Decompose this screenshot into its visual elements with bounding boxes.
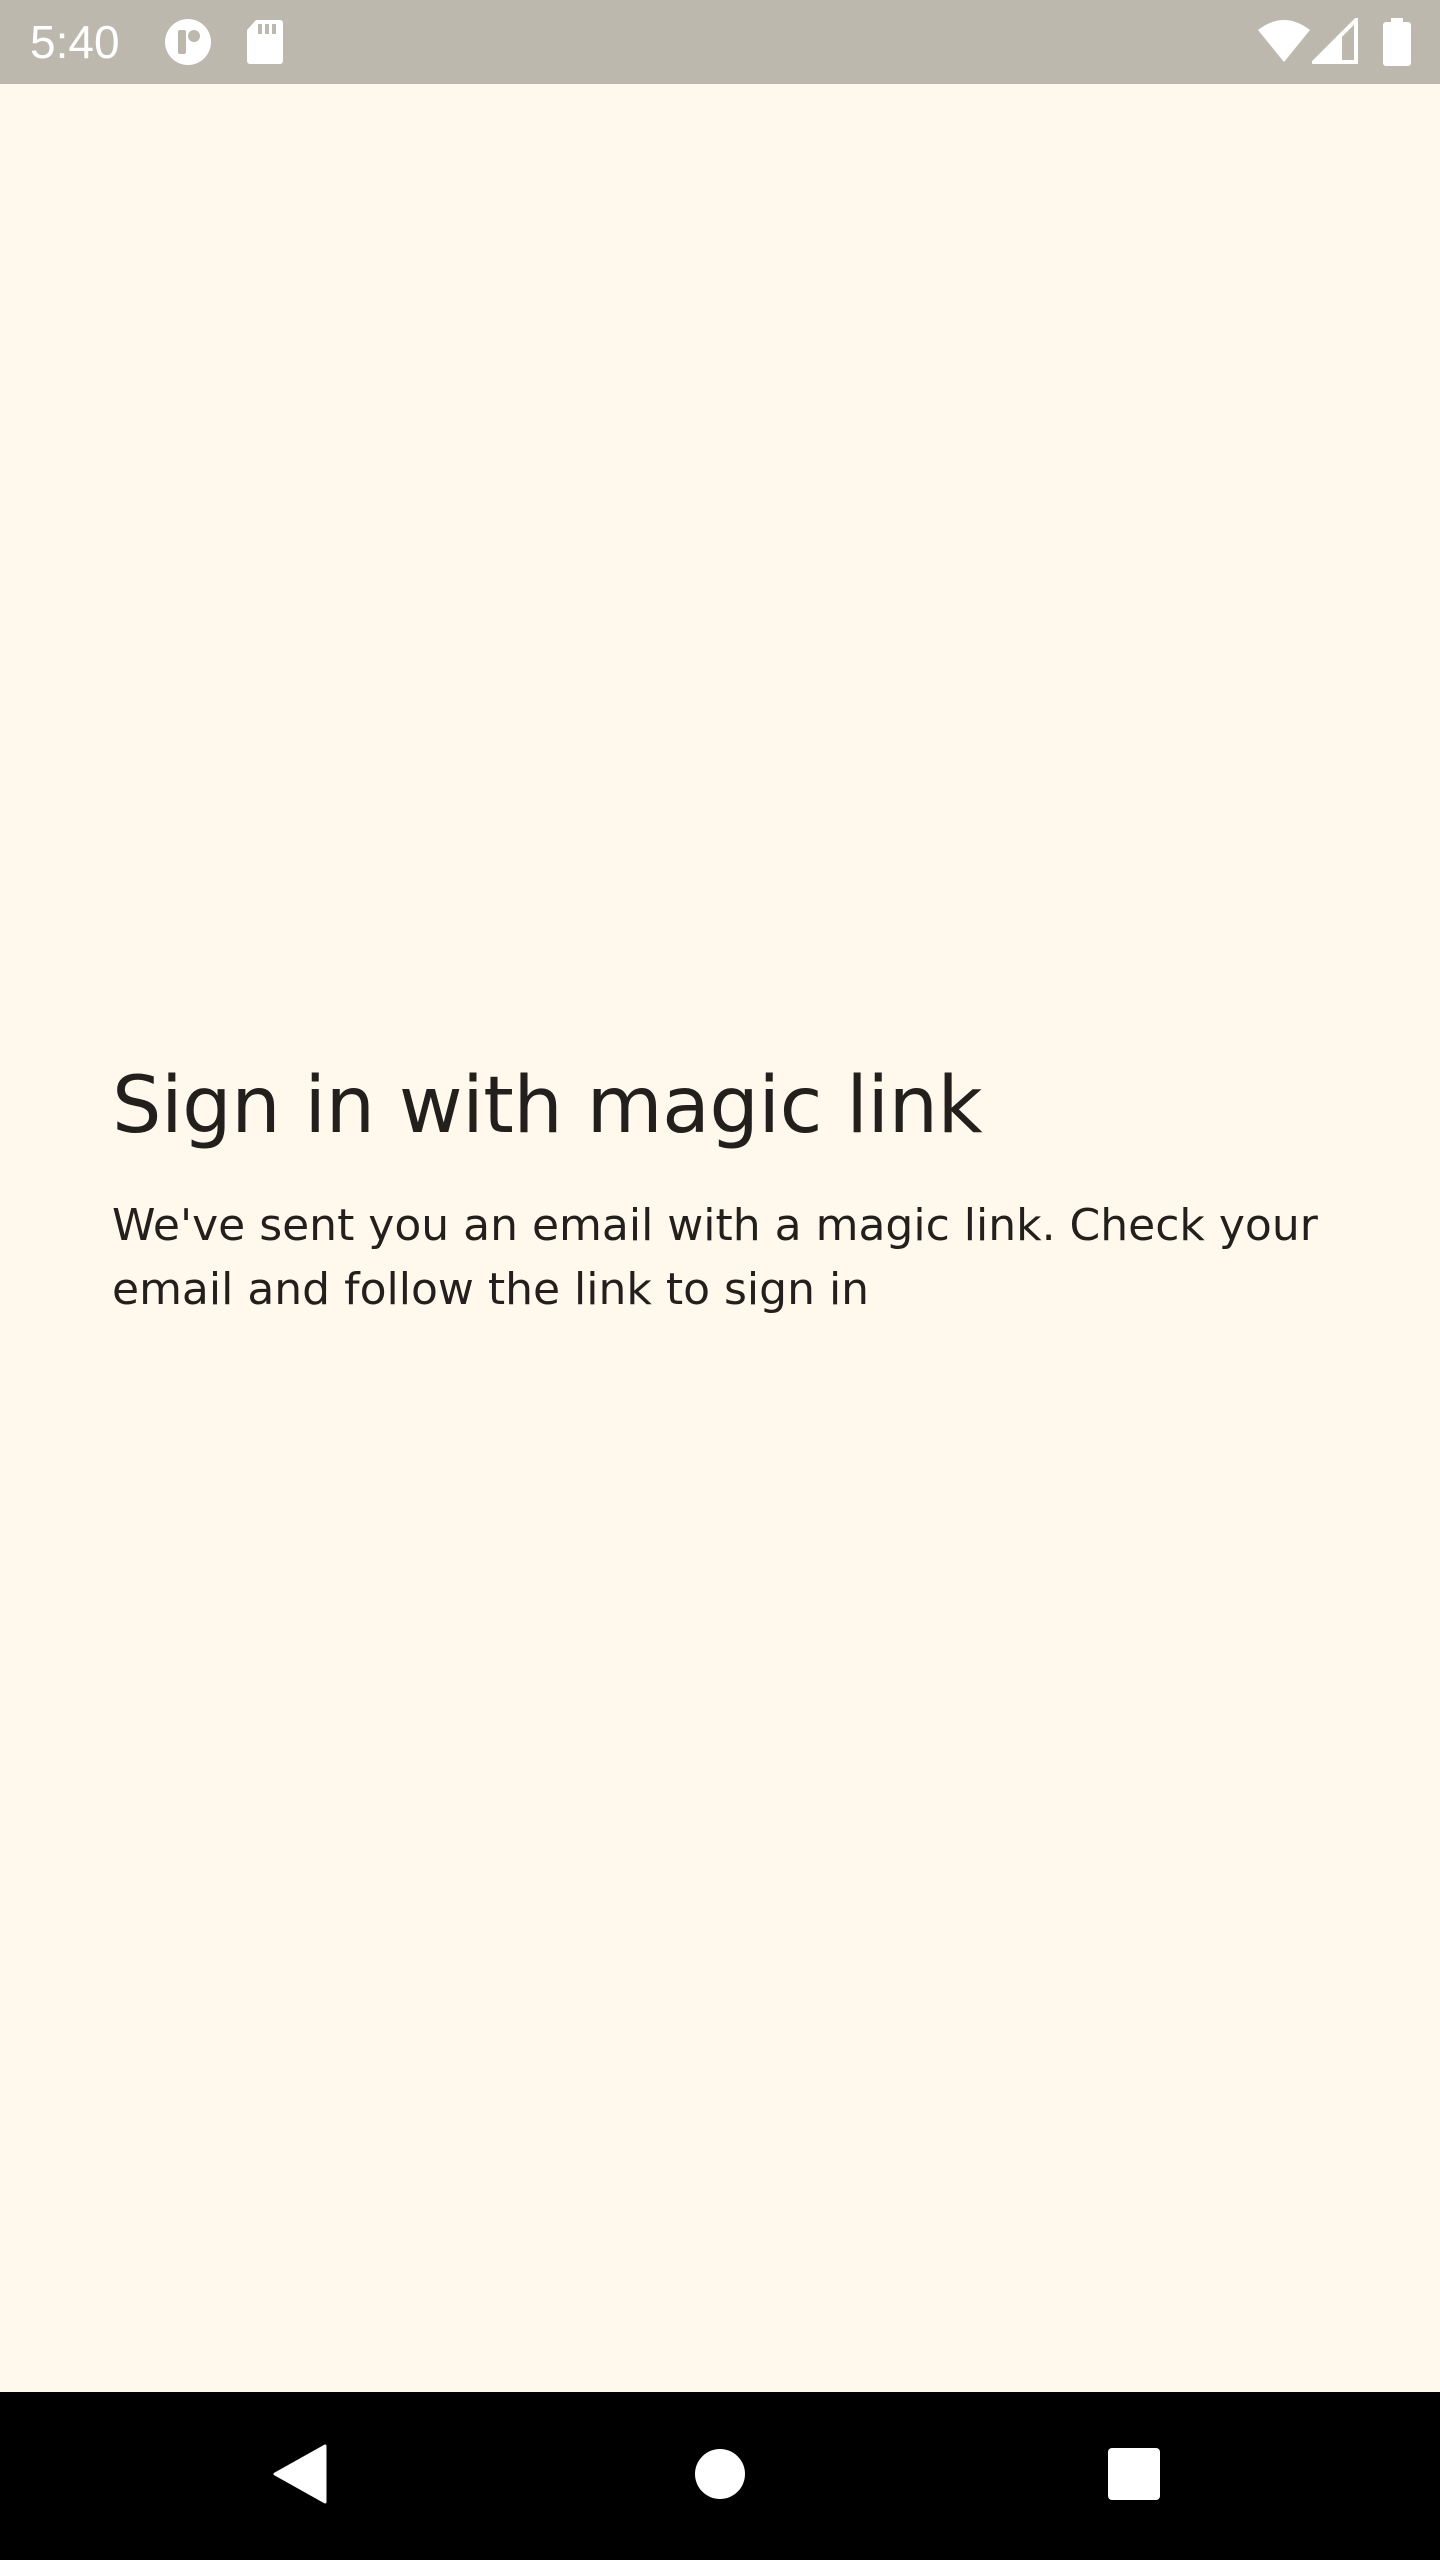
page-title: Sign in with magic link (112, 1061, 983, 1151)
status-time: 5:40 (30, 16, 120, 68)
recents-icon (1107, 2447, 1161, 2505)
status-bar: 5:40 (0, 0, 1440, 84)
cellular-signal-icon (1309, 15, 1358, 66)
home-icon (694, 2448, 746, 2504)
back-button[interactable] (200, 2392, 400, 2560)
magic-link-screen: 5:40 Sign in with magic link We've sent … (0, 0, 1440, 2560)
wifi-icon (1256, 18, 1312, 66)
home-button[interactable] (620, 2392, 820, 2560)
battery-icon (1382, 18, 1412, 66)
recents-button[interactable] (1034, 2392, 1234, 2560)
back-icon (273, 2444, 327, 2508)
notification-app-icon (163, 18, 213, 66)
main-content: Sign in with magic link We've sent you a… (112, 1050, 1342, 1322)
navigation-bar (0, 2392, 1440, 2560)
sd-card-icon (246, 18, 284, 66)
instruction-message: We've sent you an email with a magic lin… (112, 1200, 1318, 1315)
